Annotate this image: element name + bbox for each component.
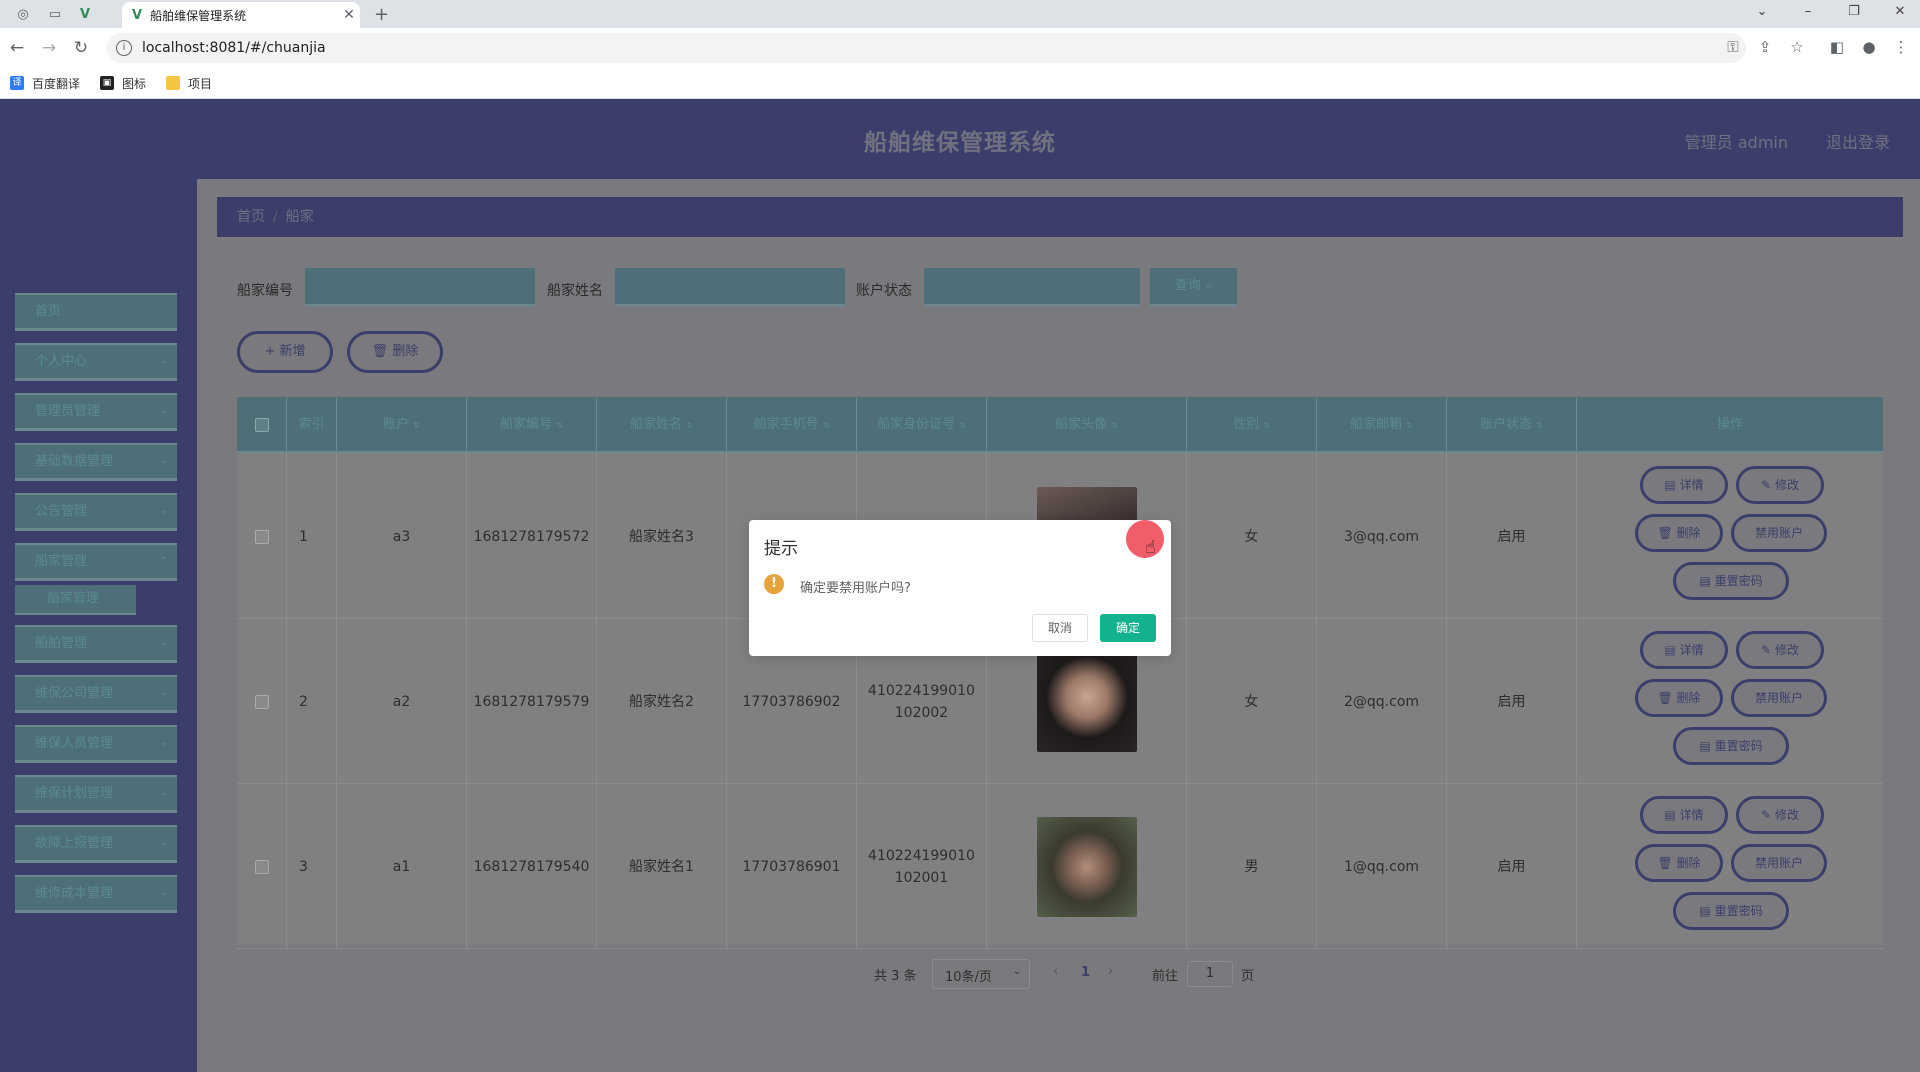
blank-tab-icon[interactable]: ▭: [46, 5, 64, 23]
warning-icon: !: [764, 574, 784, 594]
info-icon[interactable]: i: [116, 40, 132, 56]
bookmark-item[interactable]: ▣ 图标: [100, 75, 146, 92]
dialog-title: 提示: [764, 539, 798, 559]
menu-icon[interactable]: ⋮: [1890, 38, 1912, 56]
new-tab-icon[interactable]: +: [374, 4, 389, 25]
translate-icon: 译: [10, 76, 24, 90]
back-icon[interactable]: ←: [6, 38, 28, 58]
minimize-icon[interactable]: –: [1798, 4, 1818, 19]
cancel-button[interactable]: 取消: [1032, 614, 1088, 642]
bookmark-item[interactable]: 译百度翻译: [10, 75, 80, 92]
browser-chrome: ◎ ▭ V V 船舶维保管理系统 ✕ + ⌄ – ❐ ✕ ← → ↻ i loc…: [0, 0, 1920, 99]
close-tab-icon[interactable]: ✕: [338, 7, 360, 23]
share-icon[interactable]: ⇪: [1754, 38, 1776, 56]
star-icon[interactable]: ☆: [1786, 38, 1808, 56]
folder-icon: [166, 76, 181, 90]
tab-search-icon[interactable]: ⌄: [1752, 4, 1772, 19]
forward-icon[interactable]: →: [38, 38, 60, 58]
tab-title: 船舶维保管理系统: [150, 8, 247, 23]
window-close-icon[interactable]: ✕: [1890, 4, 1910, 19]
confirm-button[interactable]: 确定: [1100, 614, 1156, 642]
bookmark-item[interactable]: 项目: [166, 75, 212, 92]
url-text: localhost:8081/#/chuanjia: [142, 40, 326, 56]
reload-icon[interactable]: ↻: [70, 38, 92, 58]
restore-icon[interactable]: ❐: [1844, 4, 1864, 19]
nav-row: ← → ↻ i localhost:8081/#/chuanjia ⚿ ⇪ ☆ …: [0, 28, 1920, 68]
bookmarks-bar: 译百度翻译 ▣ 图标 项目: [0, 68, 1920, 99]
confirm-dialog: 提示 ☝ ! 确定要禁用账户吗? 取消 确定: [749, 520, 1171, 656]
address-bar[interactable]: i localhost:8081/#/chuanjia: [106, 33, 1746, 63]
key-icon[interactable]: ⚿: [1722, 38, 1744, 56]
hand-cursor-icon: ☝: [1145, 537, 1156, 558]
profile-icon[interactable]: ●: [1858, 38, 1880, 56]
sidepanel-icon[interactable]: ◧: [1826, 38, 1848, 56]
active-tab[interactable]: V 船舶维保管理系统 ✕: [122, 2, 360, 28]
image-icon: ▣: [100, 76, 115, 90]
vue-favicon-icon: V: [132, 7, 143, 23]
globe-icon[interactable]: ◎: [14, 5, 32, 23]
dialog-message: 确定要禁用账户吗?: [800, 581, 911, 596]
vue-tab-icon[interactable]: V: [76, 5, 94, 23]
tab-strip: ◎ ▭ V V 船舶维保管理系统 ✕ + ⌄ – ❐ ✕: [0, 0, 1920, 28]
